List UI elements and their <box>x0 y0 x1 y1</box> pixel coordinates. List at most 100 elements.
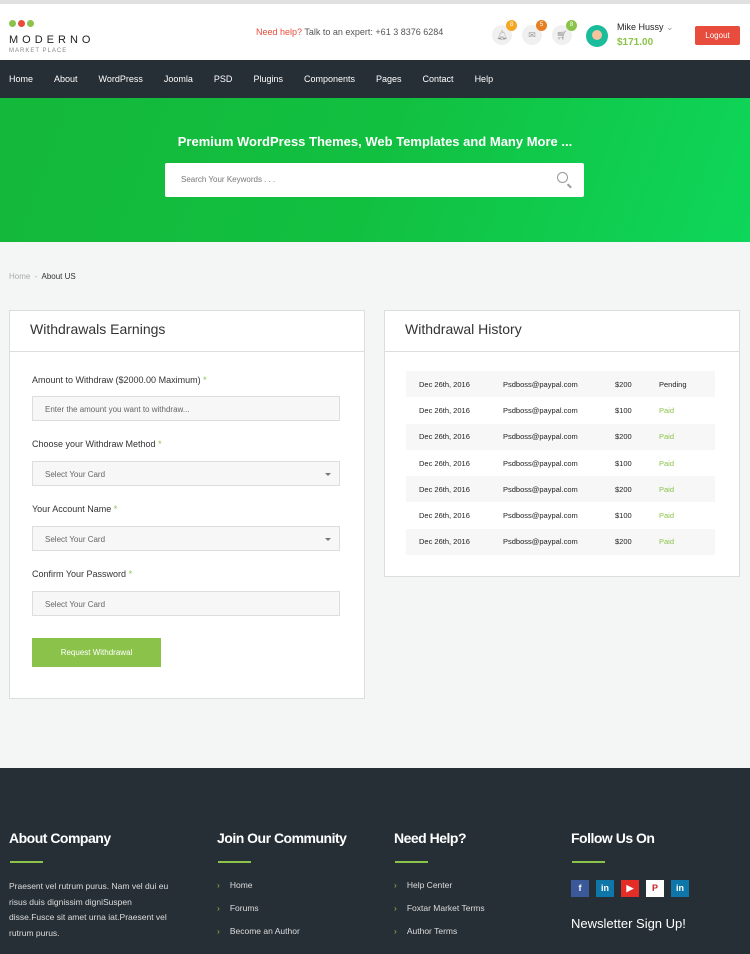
date-cell: Dec 26th, 2016 <box>419 537 470 547</box>
email-cell: Psdboss@paypal.com <box>503 511 578 521</box>
footer: About Company Praesent vel rutrum purus.… <box>0 768 750 954</box>
search-input[interactable]: Search Your Keywords . . . <box>165 163 584 197</box>
about-text: Praesent vel rutrum purus. Nam vel dui e… <box>9 881 169 938</box>
bell-button[interactable]: 🔔︎ 8 <box>492 20 517 45</box>
table-row: Dec 26th, 2016 Psdboss@paypal.com $100 Paid <box>406 397 715 423</box>
user-balance: $171.00 <box>617 37 654 48</box>
amount-cell: $200 <box>615 432 632 442</box>
header: MODERNO MARKET PLACE Need help? Talk to … <box>0 4 750 60</box>
table-row: Dec 26th, 2016 Psdboss@paypal.com $100 Paid <box>406 450 715 476</box>
logo-dot <box>9 20 16 27</box>
footer-link[interactable]: › Help Center <box>394 880 485 903</box>
history-title: Withdrawal History <box>385 311 739 352</box>
table-row: Dec 26th, 2016 Psdboss@paypal.com $100 Paid <box>406 502 715 528</box>
amount-input[interactable]: Enter the amount you want to withdraw... <box>32 396 340 421</box>
breadcrumb-home[interactable]: Home <box>9 272 30 281</box>
footer-link[interactable]: › Author Terms <box>394 926 485 949</box>
footer-link[interactable]: › Home <box>217 880 346 903</box>
help-title: Need Help? <box>394 830 467 846</box>
cart-icon: 🛒︎ <box>556 30 568 40</box>
withdraw-card: Withdrawals Earnings Amount to Withdraw … <box>9 310 365 699</box>
search-icon[interactable] <box>557 172 568 183</box>
history-card: Withdrawal History Dec 26th, 2016 Psdboss… <box>384 310 740 577</box>
status-cell: Paid <box>659 537 675 547</box>
cart-button[interactable]: 🛒︎ 8 <box>552 20 577 45</box>
table-row: Dec 26th, 2016 Psdboss@paypal.com $200 Paid <box>406 528 715 556</box>
divider <box>572 861 605 863</box>
account-select[interactable]: Select Your Card <box>32 526 340 551</box>
pinterest-icon[interactable]: P <box>646 880 664 897</box>
help-text: Need help? Talk to an expert: +61 3 8376… <box>256 27 444 37</box>
method-label: Choose your Withdraw Method * <box>32 439 162 449</box>
main-nav: Home About WordPress Joomla PSD Plugins Compon… <box>0 60 750 98</box>
about-title: About Company <box>9 830 111 846</box>
logo-dot <box>27 20 34 27</box>
footer-link[interactable]: › Become an Author <box>217 926 346 949</box>
chevron-down-icon <box>325 473 331 479</box>
date-cell: Dec 26th, 2016 <box>419 458 470 468</box>
status-cell: Paid <box>659 511 675 521</box>
email-cell: Psdboss@paypal.com <box>503 405 578 415</box>
logout-button[interactable]: Logout <box>695 26 740 45</box>
history-table: Dec 26th, 2016 Psdboss@paypal.com $200 Pend… <box>406 371 715 556</box>
divider <box>218 861 251 863</box>
amount-cell: $100 <box>615 405 632 415</box>
date-cell: Dec 26th, 2016 <box>419 379 470 389</box>
linkedin-icon[interactable]: in <box>671 880 689 897</box>
status-cell: Paid <box>659 484 675 494</box>
email-cell: Psdboss@paypal.com <box>503 537 578 547</box>
nav-item-joomla[interactable]: Joomla <box>164 74 193 84</box>
user-name[interactable]: Mike Hussy ⌄ <box>617 22 674 33</box>
divider <box>10 861 43 863</box>
chevron-right-icon: › <box>394 880 397 890</box>
linkedin-icon[interactable]: in <box>596 880 614 897</box>
password-label: Confirm Your Password * <box>32 569 133 579</box>
status-cell: Paid <box>659 432 675 442</box>
nav-item-psd[interactable]: PSD <box>214 74 233 84</box>
logo[interactable]: MODERNO MARKET PLACE <box>9 14 94 54</box>
footer-link[interactable]: › Foxtar Market Terms <box>394 903 485 926</box>
method-select[interactable]: Select Your Card <box>32 461 340 486</box>
nav-item-pages[interactable]: Pages <box>376 74 402 84</box>
request-withdrawal-button[interactable]: Request Withdrawal <box>32 638 161 667</box>
follow-title: Follow Us On <box>571 830 655 846</box>
date-cell: Dec 26th, 2016 <box>419 405 470 415</box>
chevron-right-icon: › <box>394 926 397 936</box>
facebook-icon[interactable]: f <box>571 880 589 897</box>
mail-icon: ✉ <box>528 30 536 40</box>
bell-icon: 🔔︎ <box>496 30 508 40</box>
count-badge: 5 <box>536 20 547 31</box>
status-cell: Paid <box>659 458 675 468</box>
account-label: Your Account Name * <box>32 504 118 514</box>
email-cell: Psdboss@paypal.com <box>503 484 578 494</box>
logo-dot <box>18 20 25 27</box>
withdraw-title: Withdrawals Earnings <box>10 311 364 352</box>
status-cell: Paid <box>659 405 675 415</box>
count-badge: 8 <box>506 20 517 31</box>
hero-banner: Premium WordPress Themes, Web Templates … <box>0 98 750 242</box>
chevron-right-icon: › <box>217 880 220 890</box>
nav-item-components[interactable]: Components <box>304 74 355 84</box>
footer-link[interactable]: › Forums <box>217 903 346 926</box>
nav-item-about[interactable]: About <box>54 74 78 84</box>
table-row: Dec 26th, 2016 Psdboss@paypal.com $200 Pend… <box>406 371 715 398</box>
mail-button[interactable]: ✉ 5 <box>522 20 547 45</box>
youtube-icon[interactable]: ▶ <box>621 880 639 897</box>
table-row: Dec 26th, 2016 Psdboss@paypal.com $200 Paid <box>406 423 715 450</box>
nav-item-plugins[interactable]: Plugins <box>253 74 283 84</box>
date-cell: Dec 26th, 2016 <box>419 432 470 442</box>
date-cell: Dec 26th, 2016 <box>419 511 470 521</box>
status-cell: Pending <box>659 379 687 389</box>
nav-item-contact[interactable]: Contact <box>423 74 454 84</box>
nav-item-home[interactable]: Home <box>9 74 33 84</box>
nav-item-help[interactable]: Help <box>475 74 494 84</box>
avatar[interactable] <box>586 25 608 47</box>
email-cell: Psdboss@paypal.com <box>503 379 578 389</box>
breadcrumb: Home - About US <box>9 272 76 281</box>
amount-cell: $200 <box>615 537 632 547</box>
password-input[interactable]: Select Your Card <box>32 591 340 616</box>
newsletter-title: Newsletter Sign Up! <box>571 916 686 931</box>
chevron-right-icon: › <box>394 903 397 913</box>
nav-item-wordpress[interactable]: WordPress <box>99 74 143 84</box>
community-title: Join Our Community <box>217 830 347 846</box>
